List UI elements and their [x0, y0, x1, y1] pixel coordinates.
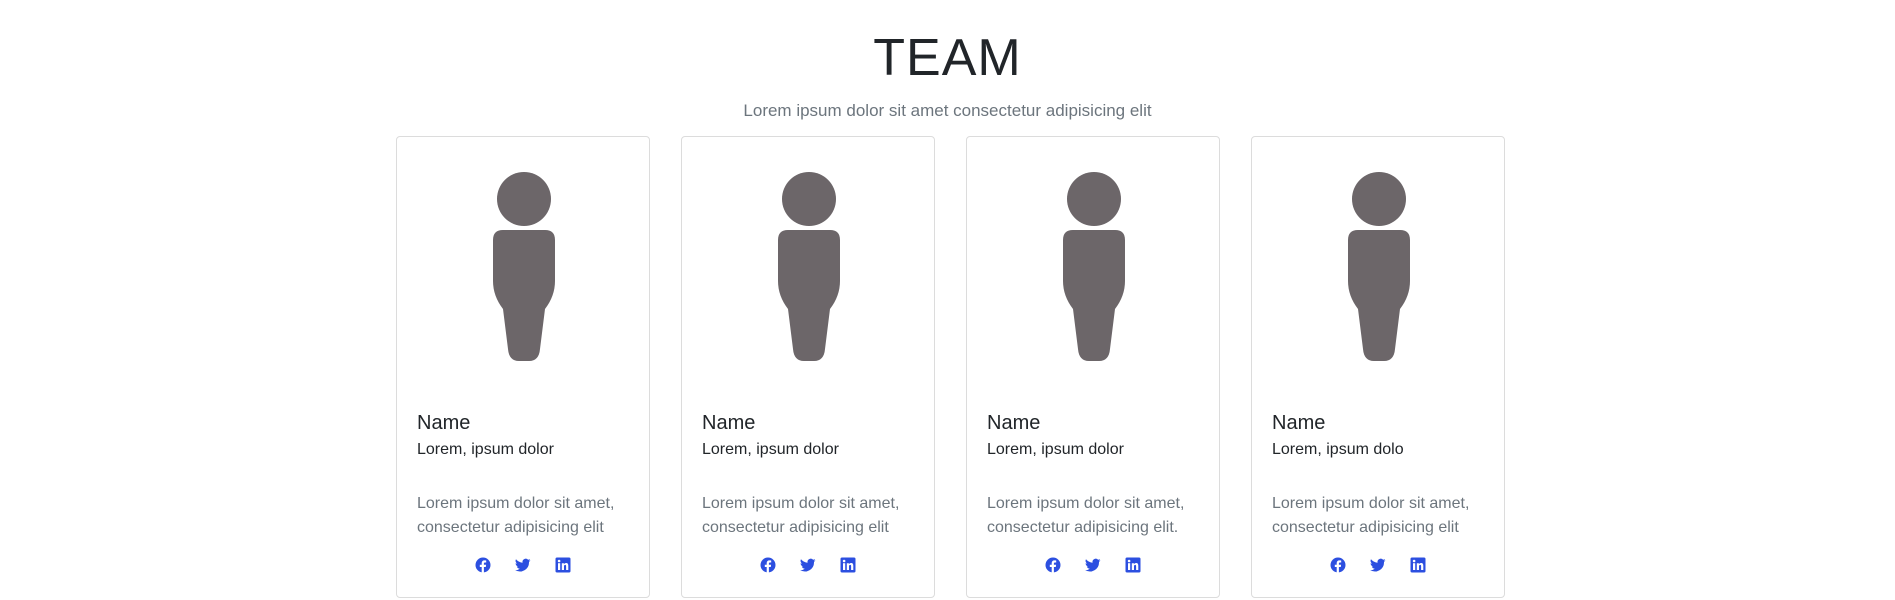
person-icon — [778, 172, 840, 361]
team-card: Name Lorem, ipsum dolor Lorem ipsum dolo… — [966, 136, 1220, 598]
team-header: TEAM Lorem ipsum dolor sit amet consecte… — [0, 26, 1895, 122]
facebook-icon[interactable] — [760, 557, 776, 573]
member-role: Lorem, ipsum dolor — [702, 441, 839, 458]
member-role: Lorem, ipsum dolor — [987, 441, 1124, 458]
person-icon — [1348, 172, 1410, 361]
member-description: Lorem ipsum dolor sit amet, consectetur … — [417, 495, 615, 536]
team-card: Name Lorem, ipsum dolor Lorem ipsum dolo… — [396, 136, 650, 598]
facebook-icon[interactable] — [1330, 557, 1346, 573]
member-name: Name — [417, 412, 471, 434]
card-body: Name Lorem, ipsum dolor Lorem ipsum dolo… — [702, 411, 922, 540]
card-body: Name Lorem, ipsum dolo Lorem ipsum dolor… — [1272, 411, 1492, 540]
member-description: Lorem ipsum dolor sit amet, consectetur … — [702, 495, 900, 536]
social-links — [1252, 557, 1504, 573]
member-description: Lorem ipsum dolor sit amet, consectetur … — [1272, 495, 1470, 536]
member-name: Name — [1272, 412, 1326, 434]
twitter-icon[interactable] — [1085, 557, 1101, 573]
member-name: Name — [987, 412, 1041, 434]
card-body: Name Lorem, ipsum dolor Lorem ipsum dolo… — [417, 411, 637, 540]
social-links — [967, 557, 1219, 573]
member-role: Lorem, ipsum dolor — [417, 441, 554, 458]
facebook-icon[interactable] — [475, 557, 491, 573]
person-icon — [1063, 172, 1125, 361]
social-links — [397, 557, 649, 573]
member-description: Lorem ipsum dolor sit amet, consectetur … — [987, 495, 1185, 536]
team-card: Name Lorem, ipsum dolo Lorem ipsum dolor… — [1251, 136, 1505, 598]
twitter-icon[interactable] — [800, 557, 816, 573]
twitter-icon[interactable] — [1370, 557, 1386, 573]
page-title: TEAM — [873, 29, 1022, 87]
linkedin-icon[interactable] — [1410, 557, 1426, 573]
twitter-icon[interactable] — [515, 557, 531, 573]
social-links — [682, 557, 934, 573]
person-icon — [493, 172, 555, 361]
linkedin-icon[interactable] — [840, 557, 856, 573]
linkedin-icon[interactable] — [1125, 557, 1141, 573]
member-name: Name — [702, 412, 756, 434]
card-body: Name Lorem, ipsum dolor Lorem ipsum dolo… — [987, 411, 1207, 540]
facebook-icon[interactable] — [1045, 557, 1061, 573]
page-subtitle: Lorem ipsum dolor sit amet consectetur a… — [743, 101, 1152, 120]
member-role: Lorem, ipsum dolo — [1272, 441, 1404, 458]
team-cards: Name Lorem, ipsum dolor Lorem ipsum dolo… — [396, 136, 1505, 598]
team-card: Name Lorem, ipsum dolor Lorem ipsum dolo… — [681, 136, 935, 598]
linkedin-icon[interactable] — [555, 557, 571, 573]
